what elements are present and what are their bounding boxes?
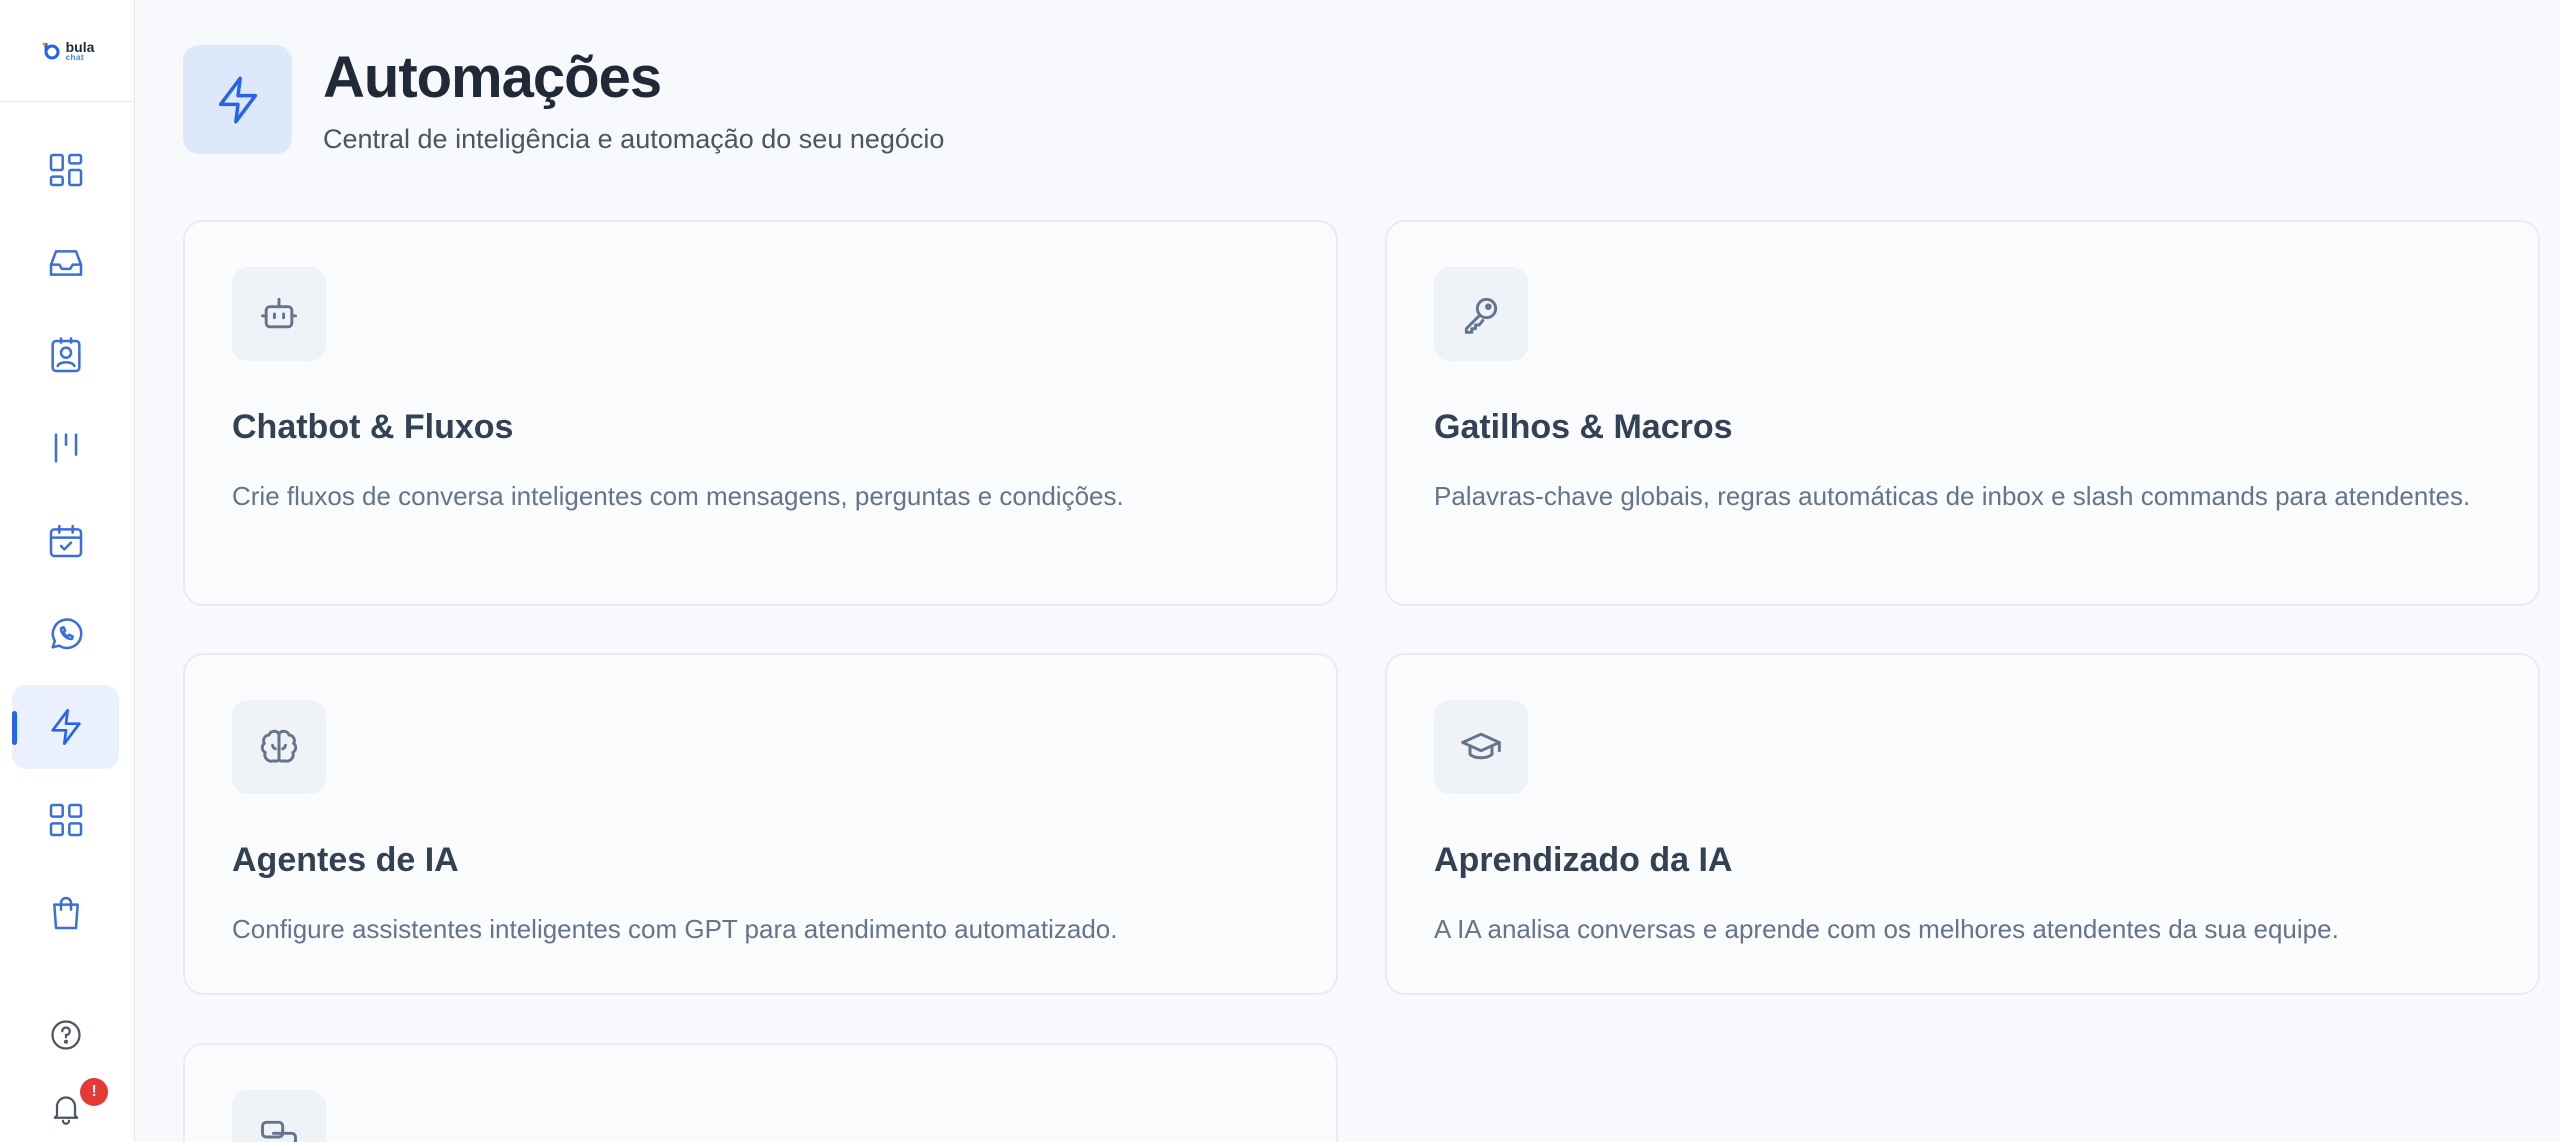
card-gatilhos-macros[interactable]: Gatilhos & Macros Palavras-chave globais… — [1385, 220, 2540, 606]
sidebar-item-pipeline[interactable] — [12, 406, 119, 490]
lightning-icon — [218, 76, 257, 123]
card-title: Aprendizado da IA — [1434, 841, 1733, 879]
header-icon-box — [183, 45, 292, 154]
card-icon-box — [232, 700, 326, 794]
sidebar-item-store[interactable] — [12, 871, 119, 955]
graduation-cap-icon — [1461, 732, 1501, 760]
notifications-button[interactable]: ! — [12, 1078, 119, 1138]
card-title: Gatilhos & Macros — [1434, 408, 1733, 446]
page-subtitle: Central de inteligência e automação do s… — [323, 124, 945, 154]
sidebar: bula chat ! — [0, 0, 135, 1142]
messages-icon — [261, 1120, 297, 1142]
card-agentes-ia[interactable]: Agentes de IA Configure assistentes inte… — [183, 653, 1338, 995]
sidebar-item-dashboard[interactable] — [12, 128, 119, 212]
logo[interactable]: bula chat — [0, 0, 135, 102]
card-title: Agentes de IA — [232, 841, 459, 879]
card-icon-box — [232, 267, 326, 361]
key-icon — [1464, 297, 1498, 334]
card-chatbot-fluxos[interactable]: Chatbot & Fluxos Crie fluxos de conversa… — [183, 220, 1338, 606]
card-description: Palavras-chave globais, regras automátic… — [1434, 481, 2471, 511]
sidebar-item-inbox[interactable] — [12, 221, 119, 305]
logo-sub: chat — [65, 52, 85, 62]
page-title: Automações — [323, 45, 662, 110]
help-button[interactable] — [12, 1005, 119, 1065]
contact-card-icon — [50, 337, 81, 373]
calendar-check-icon — [49, 524, 82, 558]
app-root: bula chat ! Automações Central de inteli… — [0, 0, 2560, 1142]
brain-icon — [260, 729, 298, 763]
card-icon-box — [232, 1090, 326, 1142]
help-circle-icon — [50, 1020, 81, 1050]
active-indicator — [12, 711, 17, 745]
card-description: Crie fluxos de conversa inteligentes com… — [232, 481, 1124, 511]
logo-icon — [42, 42, 60, 59]
card-description: A IA analisa conversas e aprende com os … — [1434, 914, 2339, 944]
card-title: Chatbot & Fluxos — [232, 408, 514, 446]
sidebar-item-apps[interactable] — [12, 778, 119, 862]
dashboard-icon — [49, 153, 82, 187]
lightning-icon — [50, 709, 81, 745]
grid-icon — [49, 803, 82, 837]
card-icon-box — [1434, 700, 1528, 794]
card-aprendizado-ia[interactable]: Aprendizado da IA A IA analisa conversas… — [1385, 653, 2540, 995]
notification-badge: ! — [80, 1078, 108, 1106]
card-partial[interactable] — [183, 1043, 1338, 1142]
sidebar-item-whatsapp[interactable] — [12, 592, 119, 676]
sidebar-item-calendar[interactable] — [12, 499, 119, 583]
kanban-icon — [54, 433, 77, 463]
whatsapp-icon — [50, 618, 82, 650]
bell-icon — [53, 1096, 78, 1125]
sidebar-item-automations[interactable] — [12, 685, 119, 769]
sidebar-item-contacts[interactable] — [12, 314, 119, 398]
shopping-bag-icon — [52, 896, 79, 930]
card-description: Configure assistentes inteligentes com G… — [232, 914, 1118, 944]
robot-icon — [261, 297, 297, 329]
logo-word: bula — [65, 38, 95, 55]
logo-mark: bula chat — [41, 38, 95, 62]
inbox-icon — [49, 250, 82, 276]
card-icon-box — [1434, 267, 1528, 361]
